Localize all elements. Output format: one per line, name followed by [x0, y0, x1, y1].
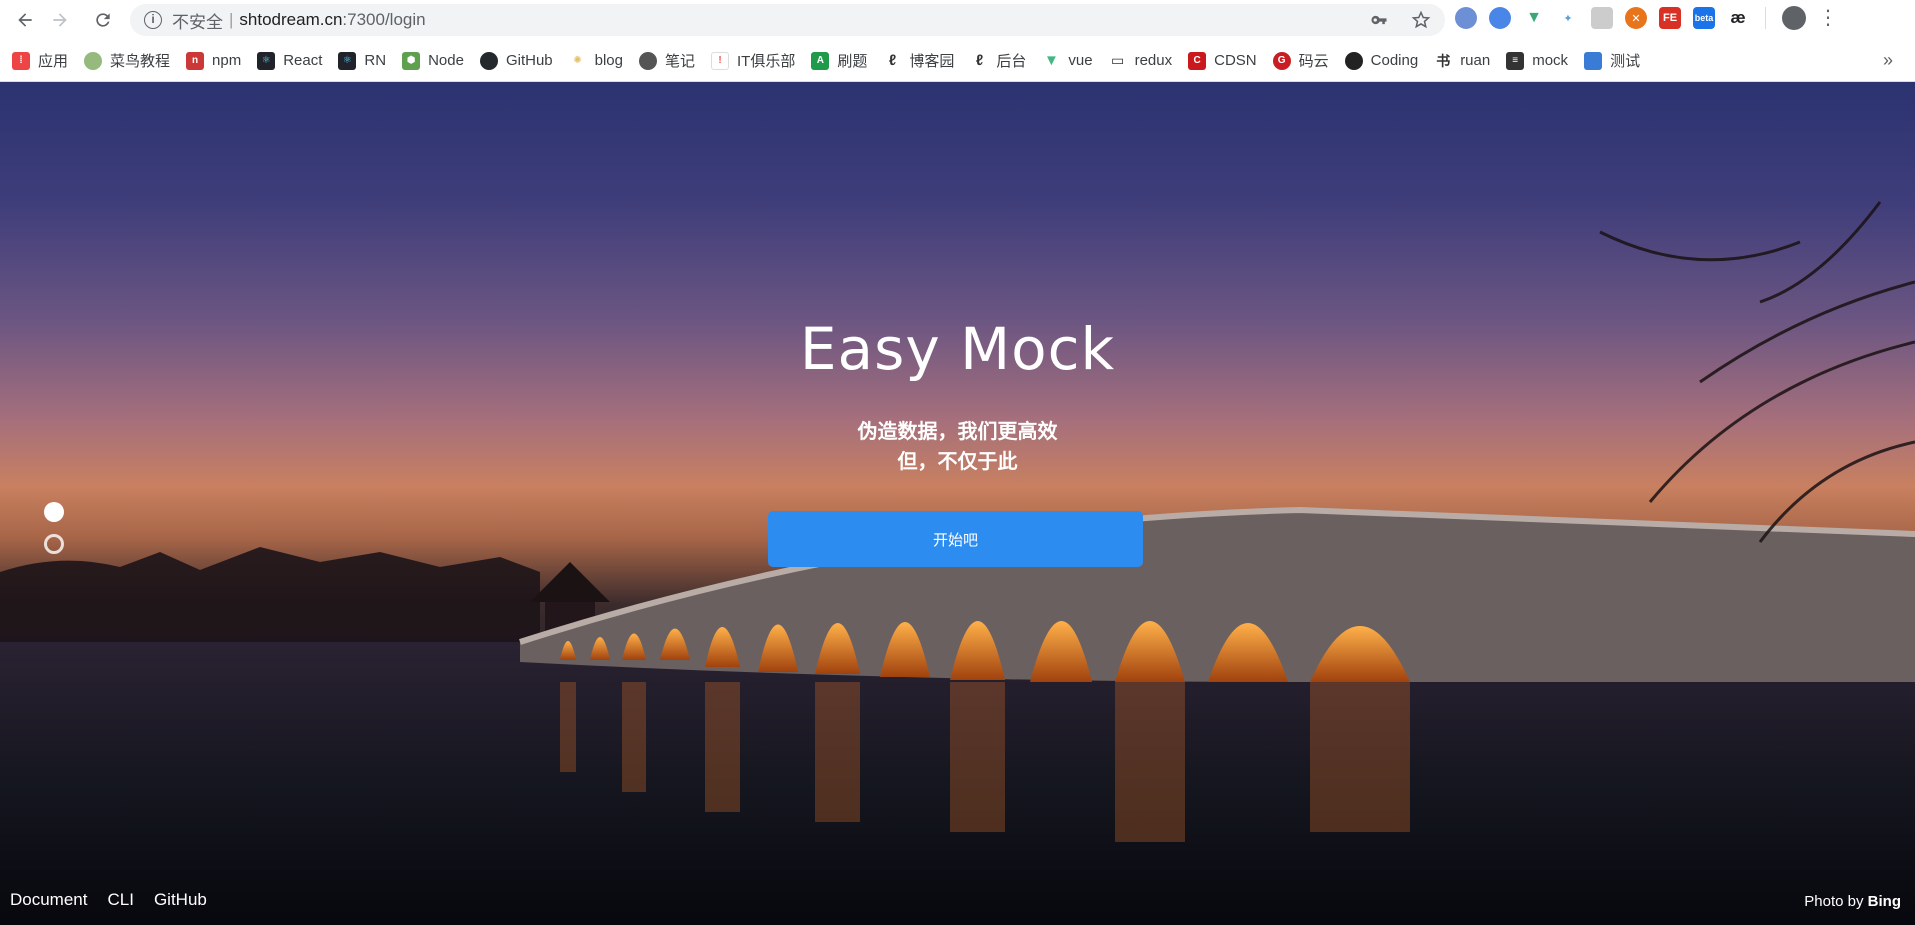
- fe-helper-icon[interactable]: FE: [1659, 7, 1681, 29]
- hero-subtitle: 伪造数据，我们更高效 但，不仅于此: [0, 417, 1915, 477]
- mock-icon: ≡: [1506, 51, 1525, 70]
- itclub-icon: !: [711, 51, 729, 70]
- reload-button[interactable]: [88, 5, 118, 35]
- extensions-bar: ▼ ✦ ✕ FE beta æ ⋮: [1455, 6, 1838, 30]
- toolbar-divider: [1765, 7, 1766, 29]
- hero-subtitle-line-1: 伪造数据，我们更高效: [857, 421, 1058, 443]
- coding-icon: [1344, 51, 1363, 70]
- github-icon: [479, 51, 498, 70]
- csdn-icon: C: [1188, 51, 1207, 70]
- bookmark-leetcode[interactable]: A 刷题: [811, 50, 867, 71]
- bookmark-notes[interactable]: 笔记: [638, 50, 695, 71]
- footer-link-cli[interactable]: CLI: [107, 890, 133, 910]
- bookmark-itclub[interactable]: ! IT俱乐部: [711, 50, 795, 71]
- bookmark-runoob[interactable]: 菜鸟教程: [84, 50, 170, 71]
- footer-links: Document CLI GitHub: [10, 890, 207, 910]
- react-native-icon: ⚛: [338, 51, 357, 70]
- bookmark-gitee[interactable]: G 码云: [1272, 50, 1329, 71]
- bookmark-mock[interactable]: ≡ mock: [1506, 51, 1568, 70]
- gitee-icon: G: [1272, 51, 1291, 70]
- bookmark-blog[interactable]: ✺ blog: [568, 51, 623, 70]
- reload-icon: [96, 13, 110, 27]
- runoob-icon: [84, 51, 103, 70]
- footer-link-github[interactable]: GitHub: [154, 890, 207, 910]
- profile-avatar-icon[interactable]: [1782, 6, 1806, 30]
- star-icon[interactable]: [1411, 10, 1431, 30]
- beta-extension-icon[interactable]: beta: [1693, 7, 1715, 29]
- arrow-left-icon: [18, 13, 32, 27]
- bookmark-npm[interactable]: n npm: [186, 51, 241, 70]
- bookmark-coding[interactable]: Coding: [1344, 51, 1418, 70]
- browser-toolbar: i 不安全 | shtodream.cn:7300/login ▼ ✦ ✕ FE…: [0, 0, 1915, 40]
- bookmark-cnblogs[interactable]: ℓ 博客园: [883, 50, 954, 71]
- bookmark-apps[interactable]: ⁞ 应用: [12, 50, 68, 71]
- npm-icon: n: [186, 51, 205, 70]
- blog-icon: ✺: [568, 51, 587, 70]
- menu-kebab-icon[interactable]: ⋮: [1818, 7, 1838, 29]
- extension-5-icon[interactable]: [1591, 7, 1613, 29]
- photo-credit-prefix: Photo by: [1804, 893, 1864, 910]
- carousel-dot-1[interactable]: [44, 502, 64, 522]
- react-icon: ⚛: [257, 51, 276, 70]
- globe-icon: [638, 51, 657, 70]
- bookmarks-overflow-button[interactable]: »: [1883, 50, 1893, 71]
- extension-6-icon[interactable]: ✕: [1625, 7, 1647, 29]
- vue-icon: ▼: [1042, 51, 1061, 70]
- apps-icon: ⁞: [12, 51, 30, 70]
- cnblogs-icon: ℓ: [883, 51, 902, 70]
- footer-link-document[interactable]: Document: [10, 890, 87, 910]
- ruan-icon: 书: [1434, 51, 1453, 70]
- bookmark-rn[interactable]: ⚛ RN: [338, 51, 386, 70]
- extension-2-icon[interactable]: [1489, 7, 1511, 29]
- security-label: 不安全: [172, 12, 223, 32]
- ae-extension-icon[interactable]: æ: [1727, 7, 1749, 29]
- hero-title: Easy Mock: [799, 315, 1116, 383]
- forward-button[interactable]: [45, 5, 75, 35]
- start-button[interactable]: 开始吧: [768, 511, 1143, 567]
- hero-subtitle-line-2: 但，不仅于此: [897, 451, 1018, 473]
- extension-4-icon[interactable]: ✦: [1557, 7, 1579, 29]
- url-separator: |: [229, 10, 234, 29]
- carousel-dot-2[interactable]: [44, 534, 64, 554]
- url-path: :7300/login: [342, 10, 426, 29]
- node-icon: ⬢: [402, 51, 421, 70]
- photo-credit-source[interactable]: Bing: [1868, 893, 1901, 910]
- test-icon: [1584, 51, 1603, 70]
- extension-1-icon[interactable]: [1455, 7, 1477, 29]
- arrow-right-icon: [53, 13, 67, 27]
- bookmark-ruan[interactable]: 书 ruan: [1434, 51, 1490, 70]
- bookmark-redux[interactable]: ▭ redux: [1108, 51, 1172, 70]
- leetcode-icon: A: [811, 51, 830, 70]
- carousel-dots: [44, 502, 64, 566]
- bridge-photo: [0, 201, 1915, 925]
- bookmark-react[interactable]: ⚛ React: [257, 51, 322, 70]
- vue-devtools-icon[interactable]: ▼: [1523, 7, 1545, 29]
- key-icon[interactable]: [1369, 10, 1389, 30]
- bookmark-test[interactable]: 测试: [1584, 50, 1640, 71]
- book-icon: ▭: [1108, 51, 1127, 70]
- address-bar[interactable]: i 不安全 | shtodream.cn:7300/login: [130, 4, 1445, 36]
- bookmark-csdn[interactable]: C CDSN: [1188, 51, 1257, 70]
- hero-background: Easy Mock 伪造数据，我们更高效 但，不仅于此 开始吧 Document…: [0, 82, 1915, 925]
- bookmark-admin[interactable]: ℓ 后台: [970, 50, 1026, 71]
- bookmarks-bar: ⁞ 应用 菜鸟教程 n npm ⚛ React ⚛ RN ⬢ Node GitHub ✺ b…: [0, 40, 1915, 82]
- bookmark-github[interactable]: GitHub: [479, 51, 553, 70]
- admin-icon: ℓ: [970, 51, 989, 70]
- photo-credit: Photo by Bing: [1804, 893, 1901, 910]
- bookmark-node[interactable]: ⬢ Node: [402, 51, 464, 70]
- back-button[interactable]: [10, 5, 40, 35]
- bookmark-vue[interactable]: ▼ vue: [1042, 51, 1093, 70]
- info-icon[interactable]: i: [144, 11, 162, 29]
- url-host: shtodream.cn: [239, 10, 343, 29]
